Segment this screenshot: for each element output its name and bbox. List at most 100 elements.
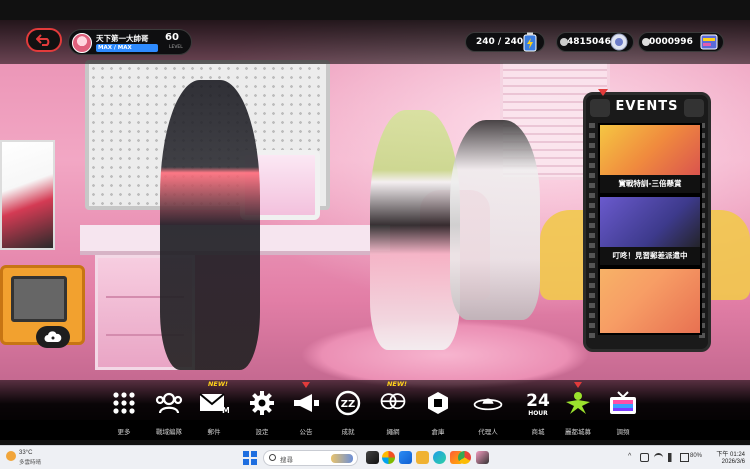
event-card-bounty[interactable]: 實戰特訓-三倍懸賞 xyxy=(598,123,702,195)
task-view-icon[interactable] xyxy=(366,451,379,464)
back-button[interactable] xyxy=(26,28,62,52)
event-caption: 叮咚！見習郵差派遣中 xyxy=(600,247,700,265)
chrome-icon[interactable] xyxy=(458,451,471,464)
nav-tuning[interactable]: 調頻 xyxy=(600,386,646,438)
xp-bar: MAX / MAX xyxy=(96,44,158,52)
recruit-icon xyxy=(563,389,593,417)
denny-value: 4815046 xyxy=(567,37,611,47)
megaphone-icon xyxy=(291,389,321,417)
polychrome-value: 0000996 xyxy=(649,37,693,47)
top-bar: 天下第一大帥哥 MAX / MAX 60 LEVEL 240 / 240 481… xyxy=(0,20,750,64)
events-title: EVENTS xyxy=(615,99,679,114)
volume-icon[interactable] xyxy=(668,453,677,462)
player-level: 60 xyxy=(165,32,179,43)
taskbar-clock[interactable]: 下午 01:24 2026/3/6 xyxy=(707,449,745,465)
sun-cloud-icon xyxy=(6,451,16,461)
svg-text:24: 24 xyxy=(526,391,550,411)
copilot-icon[interactable] xyxy=(382,451,395,464)
gem-dot-icon xyxy=(642,38,650,46)
nav-announcement[interactable]: 公告 xyxy=(283,382,329,438)
event-card-third[interactable] xyxy=(598,267,702,335)
film-sprocket xyxy=(589,123,595,338)
avatar[interactable] xyxy=(72,33,92,53)
weather-widget[interactable]: 33°C 多雲時晴 xyxy=(6,449,66,467)
cloud-icon xyxy=(44,331,62,342)
denny-counter[interactable]: 4815046 xyxy=(556,32,634,52)
nav-more[interactable]: 更多 xyxy=(101,386,147,438)
file-explorer-icon[interactable] xyxy=(416,451,429,464)
svg-text:ZZ: ZZ xyxy=(341,399,356,410)
battery-percent: 80% xyxy=(690,453,703,459)
character-robot[interactable] xyxy=(450,120,540,320)
polychrome-counter[interactable]: 0000996 xyxy=(638,32,724,52)
stamina-counter[interactable]: 240 / 240 xyxy=(465,32,545,52)
nav-label: 設定 xyxy=(255,428,269,436)
xp-text: MAX / MAX xyxy=(98,45,132,51)
tv-icon xyxy=(608,389,638,417)
mail-icon: M xyxy=(199,389,229,417)
achievement-icon: ZZ xyxy=(333,389,363,417)
team-icon xyxy=(154,389,184,417)
denny-coin-icon xyxy=(609,31,629,53)
events-notification-marker xyxy=(598,89,608,96)
event-banner-image xyxy=(600,125,700,179)
wall-poster xyxy=(0,140,55,250)
nav-team[interactable]: 戰域編隊 xyxy=(146,386,192,438)
nav-settings[interactable]: 設定 xyxy=(239,386,285,438)
event-caption: 實戰特訓-三倍懸賞 xyxy=(600,175,700,193)
shop-24h-icon: 24 HOUR xyxy=(523,389,553,417)
battery-charge-icon xyxy=(520,31,540,53)
notification-dot xyxy=(302,382,310,388)
nav-label: 戰域編隊 xyxy=(156,428,182,436)
nav-achievement[interactable]: ZZ 成就 xyxy=(325,386,371,438)
nav-agents[interactable]: 代理人 xyxy=(465,386,511,438)
warehouse-icon xyxy=(423,389,453,417)
weather-temp: 33°C xyxy=(19,450,33,456)
nav-label: 更多 xyxy=(117,428,131,436)
agent-icon xyxy=(473,389,503,417)
battery-icon[interactable] xyxy=(680,453,689,462)
event-banner-image xyxy=(600,269,700,333)
cloud-button[interactable] xyxy=(36,326,70,348)
nav-label: 倉庫 xyxy=(431,428,445,436)
player-profile[interactable]: 天下第一大帥哥 MAX / MAX 60 LEVEL xyxy=(68,29,192,55)
nav-label: 商城 xyxy=(531,428,545,436)
events-panel: EVENTS 實戰特訓-三倍懸賞 叮咚！見習郵差派遣中 xyxy=(583,89,711,352)
notification-dot xyxy=(574,382,582,388)
polychrome-card-icon xyxy=(699,31,719,53)
edge-icon[interactable] xyxy=(433,451,446,464)
coin-dot-icon xyxy=(560,38,568,46)
windows-start-icon[interactable] xyxy=(243,451,257,465)
event-banner-image xyxy=(600,197,700,251)
game-app-icon[interactable] xyxy=(476,451,489,464)
svg-text:HOUR: HOUR xyxy=(528,410,548,417)
nav-label: 成就 xyxy=(341,428,355,436)
back-arrow-icon xyxy=(36,34,50,46)
tray-overflow-icon[interactable]: ^ xyxy=(628,453,631,460)
grid-icon xyxy=(109,389,139,417)
svg-text:M: M xyxy=(222,406,229,414)
nav-label: 調頻 xyxy=(616,428,630,436)
nav-label: 麗都城募 xyxy=(565,428,591,436)
wifi-icon[interactable] xyxy=(654,453,663,462)
nav-recruit[interactable]: 麗都城募 xyxy=(555,382,601,438)
clock-date: 2026/3/6 xyxy=(721,459,745,465)
character-dark-hair[interactable] xyxy=(160,80,260,370)
event-card-courier[interactable]: 叮咚！見習郵差派遣中 xyxy=(598,195,702,267)
search-highlight-image xyxy=(331,454,353,463)
level-label: LEVEL xyxy=(169,45,183,50)
taskbar-search[interactable]: 搜尋 xyxy=(263,450,358,466)
stamina-value: 240 / 240 xyxy=(476,37,524,47)
keyboard-icon[interactable] xyxy=(640,453,649,462)
weather-condition: 多雲時晴 xyxy=(19,460,42,466)
nav-inter-knot[interactable]: NEW! 繩網 xyxy=(370,380,416,438)
nav-mail[interactable]: NEW! M 郵件 xyxy=(191,380,237,438)
os-taskbar: 33°C 多雲時晴 搜尋 ^ 80% 下午 01:24 2026/3/6 xyxy=(0,445,750,469)
character-blonde[interactable] xyxy=(370,110,460,350)
store-icon[interactable] xyxy=(399,451,412,464)
search-label: 搜尋 xyxy=(280,457,293,464)
nav-label: 繩網 xyxy=(386,428,400,436)
new-badge: NEW! xyxy=(207,380,229,388)
nav-label: 郵件 xyxy=(207,428,221,436)
nav-warehouse[interactable]: 倉庫 xyxy=(415,386,461,438)
